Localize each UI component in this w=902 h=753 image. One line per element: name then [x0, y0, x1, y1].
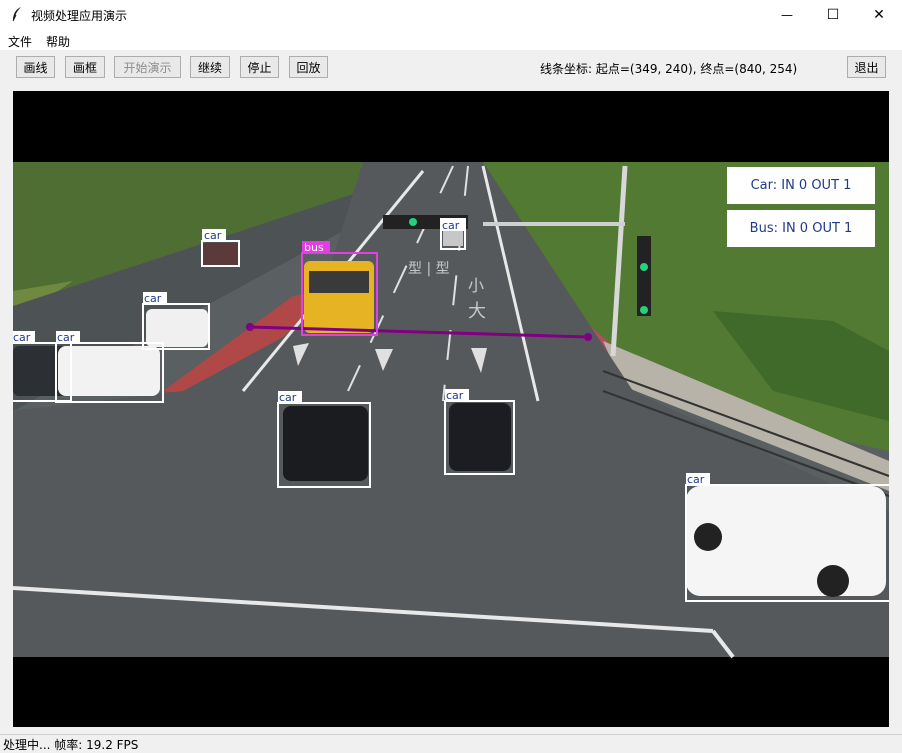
feather-icon [12, 7, 21, 22]
continue-button[interactable]: 继续 [190, 56, 230, 78]
stop-button[interactable]: 停止 [240, 56, 279, 78]
road-text-2: 小 [468, 276, 484, 295]
window-title: 视频处理应用演示 [31, 9, 128, 23]
detection-label: car [442, 219, 460, 232]
maximize-icon: ☐ [826, 7, 840, 23]
detection-label: bus [304, 241, 324, 254]
draw-line-button[interactable]: 画线 [16, 56, 55, 78]
close-icon: ✕ [873, 7, 885, 23]
menu-file[interactable]: 文件 [8, 33, 32, 50]
status-bar: 处理中... 帧率: 19.2 FPS [0, 734, 902, 753]
minimize-button[interactable]: — [764, 0, 810, 30]
menu-bar: 文件 帮助 [0, 30, 902, 50]
video-display[interactable]: 型 | 型 小 大 car bus car car car car car ca… [13, 91, 889, 727]
detection-label: car [687, 473, 705, 486]
replay-button[interactable]: 回放 [289, 56, 328, 78]
detection-label: car [57, 331, 75, 344]
exit-button[interactable]: 退出 [847, 56, 886, 78]
menu-help[interactable]: 帮助 [46, 33, 70, 50]
detection-label: car [13, 331, 31, 344]
car-counter: Car: IN 0 OUT 1 [727, 167, 875, 204]
minimize-icon: — [781, 8, 793, 22]
detection-label: car [446, 389, 464, 402]
road-text-1: 型 | 型 [408, 261, 450, 277]
detection-label: car [279, 391, 297, 404]
start-demo-button[interactable]: 开始演示 [114, 56, 181, 78]
road-text-3: 大 [468, 301, 486, 322]
title-bar: 视频处理应用演示 — ☐ ✕ [0, 0, 902, 30]
close-button[interactable]: ✕ [856, 0, 902, 30]
status-text: 处理中... 帧率: 19.2 FPS [3, 738, 139, 752]
line-coordinates: 线条坐标: 起点=(349, 240), 终点=(840, 254) [540, 62, 798, 76]
toolbar: 画线 画框 开始演示 继续 停止 回放 线条坐标: 起点=(349, 240),… [0, 50, 902, 90]
bus-counter: Bus: IN 0 OUT 1 [727, 210, 875, 247]
detection-label: car [144, 292, 162, 305]
detection-label: car [204, 229, 222, 242]
maximize-button[interactable]: ☐ [810, 0, 856, 30]
draw-box-button[interactable]: 画框 [65, 56, 105, 78]
